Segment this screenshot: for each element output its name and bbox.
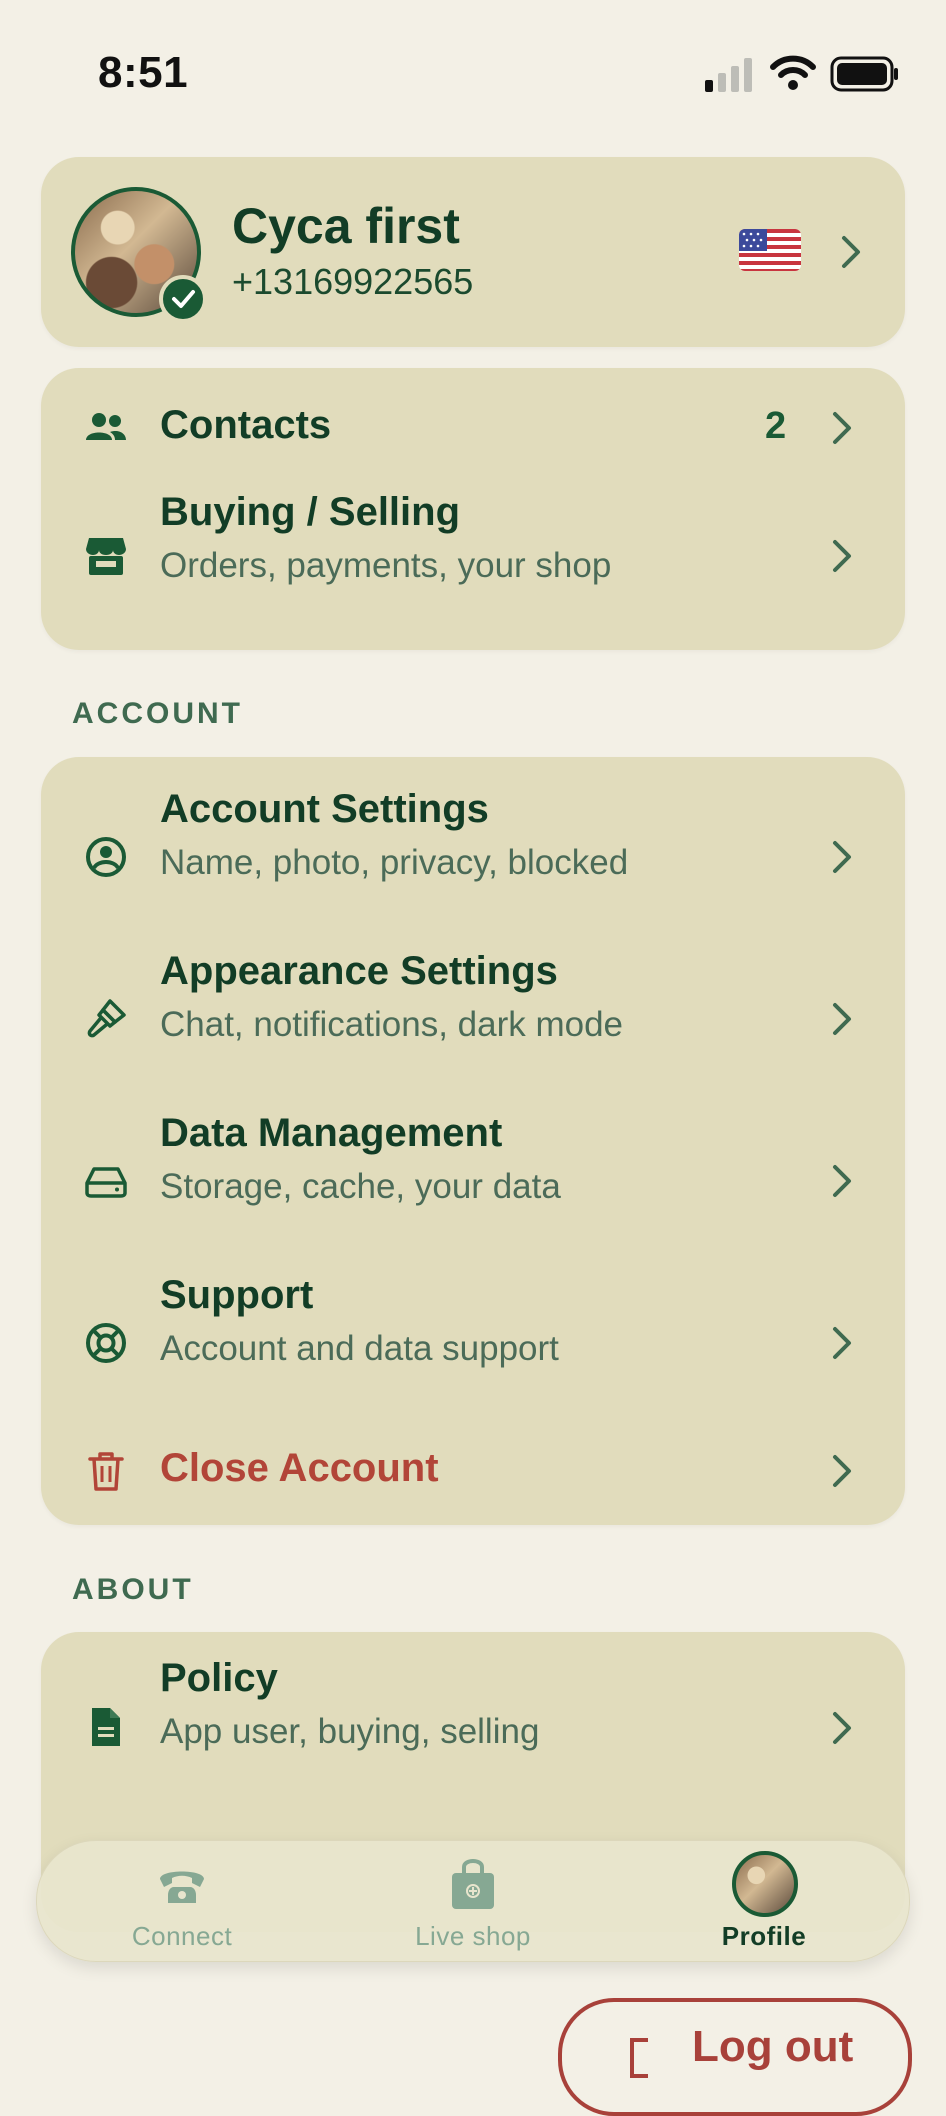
quick-links-card: Contacts 2 Buying / Selling Orders, paym… xyxy=(41,368,905,650)
account-settings-subtitle: Name, photo, privacy, blocked xyxy=(160,843,629,882)
support-row[interactable]: Support Account and data support xyxy=(41,1263,905,1423)
tab-live-shop-label: Live shop xyxy=(415,1921,531,1951)
chevron-right-icon xyxy=(833,1165,851,1197)
shop-icon xyxy=(86,538,126,575)
contacts-icon xyxy=(86,413,126,440)
appearance-settings-label: Appearance Settings xyxy=(160,949,558,993)
tab-profile-label: Profile xyxy=(721,1921,807,1951)
chevron-right-icon xyxy=(833,1712,851,1744)
account-section-heading: ACCOUNT xyxy=(72,697,243,730)
support-subtitle: Account and data support xyxy=(160,1329,559,1368)
chevron-right-icon xyxy=(833,412,851,444)
bottom-tab-bar: Connect Live shop Profile xyxy=(36,1840,910,1962)
phone-chat-icon xyxy=(160,1871,204,1903)
trash-icon xyxy=(88,1452,124,1491)
cellular-signal-icon xyxy=(705,58,752,92)
account-settings-label: Account Settings xyxy=(160,787,489,831)
battery-icon xyxy=(830,56,898,92)
hard-drive-icon xyxy=(85,1167,127,1198)
profile-name: Cyca first xyxy=(232,198,460,254)
tab-connect[interactable]: Connect xyxy=(37,1841,327,1961)
user-circle-icon xyxy=(86,837,126,877)
shopping-bag-icon xyxy=(452,1859,494,1909)
chevron-right-icon xyxy=(833,1003,851,1035)
logout-icon xyxy=(630,2038,648,2078)
policy-label: Policy xyxy=(160,1656,278,1700)
chevron-right-icon xyxy=(833,1327,851,1359)
contacts-row[interactable]: Contacts 2 xyxy=(41,368,905,488)
policy-subtitle: App user, buying, selling xyxy=(160,1712,540,1751)
tab-connect-label: Connect xyxy=(131,1921,233,1951)
logout-label: Log out xyxy=(692,2022,854,2071)
data-management-label: Data Management xyxy=(160,1111,503,1155)
document-icon xyxy=(92,1708,120,1746)
support-label: Support xyxy=(160,1273,314,1317)
appearance-settings-subtitle: Chat, notifications, dark mode xyxy=(160,1005,624,1044)
status-time: 8:51 xyxy=(98,48,189,97)
lifebuoy-icon xyxy=(86,1323,126,1363)
profile-phone: +13169922565 xyxy=(232,261,474,302)
wifi-icon xyxy=(770,55,816,90)
account-card: Account Settings Name, photo, privacy, b… xyxy=(41,757,905,1525)
logout-button[interactable]: Log out xyxy=(558,1998,912,2116)
account-settings-row[interactable]: Account Settings Name, photo, privacy, b… xyxy=(41,777,905,937)
about-section-heading: ABOUT xyxy=(72,1573,194,1606)
contacts-label: Contacts xyxy=(160,403,332,447)
paintbrush-icon xyxy=(87,999,126,1038)
policy-row[interactable]: Policy App user, buying, selling xyxy=(41,1652,905,1812)
profile-tab-avatar xyxy=(732,1851,798,1917)
close-account-row[interactable]: Close Account xyxy=(41,1425,905,1525)
appearance-settings-row[interactable]: Appearance Settings Chat, notifications,… xyxy=(41,939,905,1099)
chevron-right-icon xyxy=(842,236,860,268)
chevron-right-icon xyxy=(833,540,851,572)
buying-selling-label: Buying / Selling xyxy=(160,490,461,534)
data-management-row[interactable]: Data Management Storage, cache, your dat… xyxy=(41,1101,905,1261)
chevron-right-icon xyxy=(833,1455,851,1487)
buying-selling-subtitle: Orders, payments, your shop xyxy=(160,546,612,585)
tab-live-shop[interactable]: Live shop xyxy=(328,1841,618,1961)
data-management-subtitle: Storage, cache, your data xyxy=(160,1167,561,1206)
tab-profile[interactable]: Profile xyxy=(619,1841,909,1961)
close-account-label: Close Account xyxy=(160,1446,439,1490)
verified-check-icon xyxy=(159,275,207,323)
avatar xyxy=(71,187,207,323)
chevron-right-icon xyxy=(833,841,851,873)
profile-card[interactable]: Cyca first +13169922565 xyxy=(41,157,905,347)
us-flag-icon xyxy=(739,229,801,271)
buying-selling-row[interactable]: Buying / Selling Orders, payments, your … xyxy=(41,488,905,648)
contacts-count: 2 xyxy=(765,405,787,447)
